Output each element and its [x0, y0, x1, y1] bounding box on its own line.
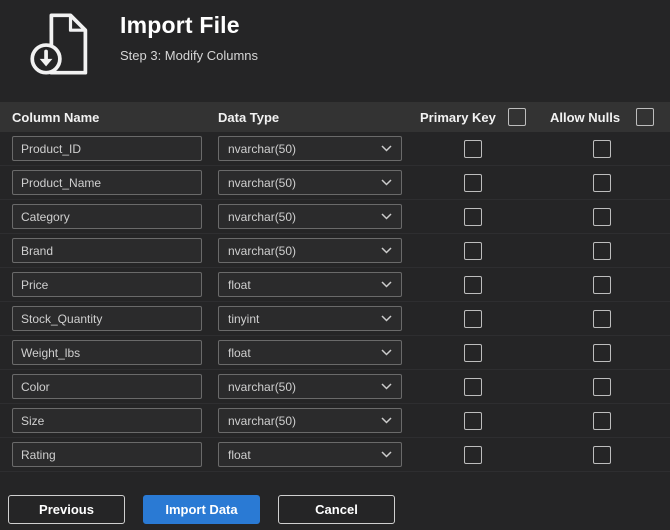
- data-type-value: float: [228, 447, 251, 462]
- column-name-input[interactable]: [12, 170, 202, 195]
- data-type-select[interactable]: float: [218, 442, 402, 467]
- dialog-header: Import File Step 3: Modify Columns: [0, 0, 670, 102]
- primary-key-checkbox[interactable]: [464, 275, 482, 294]
- column-name-input[interactable]: [12, 374, 202, 399]
- data-type-value: nvarchar(50): [228, 413, 297, 428]
- primary-key-checkbox[interactable]: [464, 411, 482, 430]
- table-row: nvarchar(50): [0, 370, 670, 404]
- primary-key-checkbox[interactable]: [464, 309, 482, 328]
- footer-actions: Previous Import Data Cancel: [8, 495, 670, 524]
- cancel-button[interactable]: Cancel: [278, 495, 395, 524]
- allow-nulls-checkbox[interactable]: [593, 411, 611, 430]
- column-name-input[interactable]: [12, 340, 202, 365]
- column-name-input[interactable]: [12, 136, 202, 161]
- allow-nulls-select-all-checkbox[interactable]: [636, 108, 654, 126]
- data-type-select[interactable]: nvarchar(50): [218, 204, 402, 229]
- data-type-value: tinyint: [228, 311, 260, 326]
- chevron-down-icon: [381, 417, 392, 424]
- data-type-select[interactable]: float: [218, 272, 402, 297]
- primary-key-select-all-checkbox[interactable]: [508, 108, 526, 126]
- previous-button[interactable]: Previous: [8, 495, 125, 524]
- chevron-down-icon: [381, 281, 392, 288]
- table-row: tinyint: [0, 302, 670, 336]
- primary-key-checkbox[interactable]: [464, 343, 482, 362]
- import-data-button[interactable]: Import Data: [143, 495, 260, 524]
- header-titles: Import File Step 3: Modify Columns: [120, 10, 258, 63]
- data-type-value: float: [228, 345, 251, 360]
- chevron-down-icon: [381, 451, 392, 458]
- chevron-down-icon: [381, 349, 392, 356]
- chevron-down-icon: [381, 315, 392, 322]
- data-type-value: nvarchar(50): [228, 379, 297, 394]
- allow-nulls-checkbox[interactable]: [593, 207, 611, 226]
- table-row: float: [0, 336, 670, 370]
- header-data-type: Data Type: [218, 109, 280, 125]
- column-name-input[interactable]: [12, 238, 202, 263]
- chevron-down-icon: [381, 145, 392, 152]
- data-type-value: nvarchar(50): [228, 243, 297, 258]
- table-row: float: [0, 268, 670, 302]
- data-type-select[interactable]: nvarchar(50): [218, 238, 402, 263]
- data-type-value: nvarchar(50): [228, 141, 297, 156]
- data-type-select[interactable]: nvarchar(50): [218, 136, 402, 161]
- column-name-input[interactable]: [12, 408, 202, 433]
- step-subtitle: Step 3: Modify Columns: [120, 48, 259, 63]
- allow-nulls-checkbox[interactable]: [593, 275, 611, 294]
- primary-key-checkbox[interactable]: [464, 139, 482, 158]
- header-primary-key-group: Primary Key: [420, 108, 550, 126]
- column-name-input[interactable]: [12, 442, 202, 467]
- header-allow-nulls-label: Allow Nulls: [550, 109, 621, 125]
- data-type-select[interactable]: tinyint: [218, 306, 402, 331]
- data-type-select[interactable]: nvarchar(50): [218, 170, 402, 195]
- allow-nulls-checkbox[interactable]: [593, 343, 611, 362]
- data-type-select[interactable]: float: [218, 340, 402, 365]
- primary-key-checkbox[interactable]: [464, 173, 482, 192]
- allow-nulls-checkbox[interactable]: [593, 377, 611, 396]
- table-row: float: [0, 438, 670, 472]
- primary-key-checkbox[interactable]: [464, 377, 482, 396]
- data-type-value: float: [228, 277, 251, 292]
- header-allow-nulls-group: Allow Nulls: [550, 108, 670, 126]
- allow-nulls-checkbox[interactable]: [593, 445, 611, 464]
- header-column-name: Column Name: [12, 109, 100, 125]
- table-row: nvarchar(50): [0, 166, 670, 200]
- table-header: Column Name Data Type Primary Key Allow …: [0, 102, 670, 132]
- chevron-down-icon: [381, 213, 392, 220]
- table-row: nvarchar(50): [0, 404, 670, 438]
- page-title: Import File: [120, 12, 240, 38]
- import-file-dialog: Import File Step 3: Modify Columns Colum…: [0, 0, 670, 524]
- column-name-input[interactable]: [12, 204, 202, 229]
- primary-key-checkbox[interactable]: [464, 445, 482, 464]
- data-type-value: nvarchar(50): [228, 175, 297, 190]
- table-row: nvarchar(50): [0, 200, 670, 234]
- column-rows: nvarchar(50) nvarchar(50): [0, 132, 670, 472]
- header-primary-key-label: Primary Key: [420, 109, 496, 125]
- data-type-select[interactable]: nvarchar(50): [218, 408, 402, 433]
- primary-key-checkbox[interactable]: [464, 207, 482, 226]
- table-row: nvarchar(50): [0, 132, 670, 166]
- chevron-down-icon: [381, 179, 392, 186]
- chevron-down-icon: [381, 247, 392, 254]
- table-row: nvarchar(50): [0, 234, 670, 268]
- chevron-down-icon: [381, 383, 392, 390]
- import-file-icon: [28, 10, 96, 78]
- column-name-input[interactable]: [12, 306, 202, 331]
- allow-nulls-checkbox[interactable]: [593, 139, 611, 158]
- allow-nulls-checkbox[interactable]: [593, 173, 611, 192]
- data-type-value: nvarchar(50): [228, 209, 297, 224]
- allow-nulls-checkbox[interactable]: [593, 309, 611, 328]
- data-type-select[interactable]: nvarchar(50): [218, 374, 402, 399]
- column-name-input[interactable]: [12, 272, 202, 297]
- primary-key-checkbox[interactable]: [464, 241, 482, 260]
- allow-nulls-checkbox[interactable]: [593, 241, 611, 260]
